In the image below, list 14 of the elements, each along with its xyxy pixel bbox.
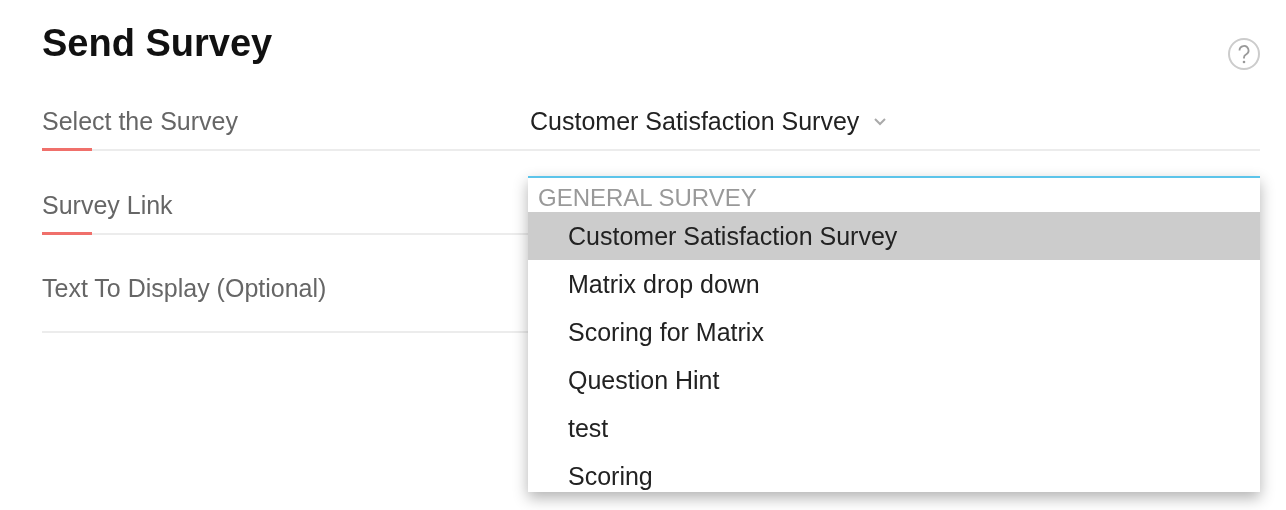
dropdown-option[interactable]: test (528, 404, 1260, 452)
chevron-down-icon (873, 117, 888, 126)
field-label: Survey Link (42, 191, 174, 220)
help-icon[interactable] (1228, 38, 1260, 70)
dropdown-option[interactable]: Scoring for Matrix (528, 308, 1260, 356)
dropdown-option[interactable]: Question Hint (528, 356, 1260, 404)
survey-select[interactable]: Customer Satisfaction Survey (530, 107, 888, 136)
group-heading: GENERAL SURVEY (537, 183, 758, 212)
page-title: Send Survey (42, 22, 273, 65)
dropdown-option[interactable]: Matrix drop down (528, 260, 1260, 308)
dropdown-option[interactable]: Customer Satisfaction Survey (528, 212, 1260, 260)
field-label: Select the Survey (42, 107, 239, 136)
field-label: Text To Display (Optional) (42, 274, 328, 303)
dropdown-option[interactable]: Scoring (528, 452, 1260, 492)
